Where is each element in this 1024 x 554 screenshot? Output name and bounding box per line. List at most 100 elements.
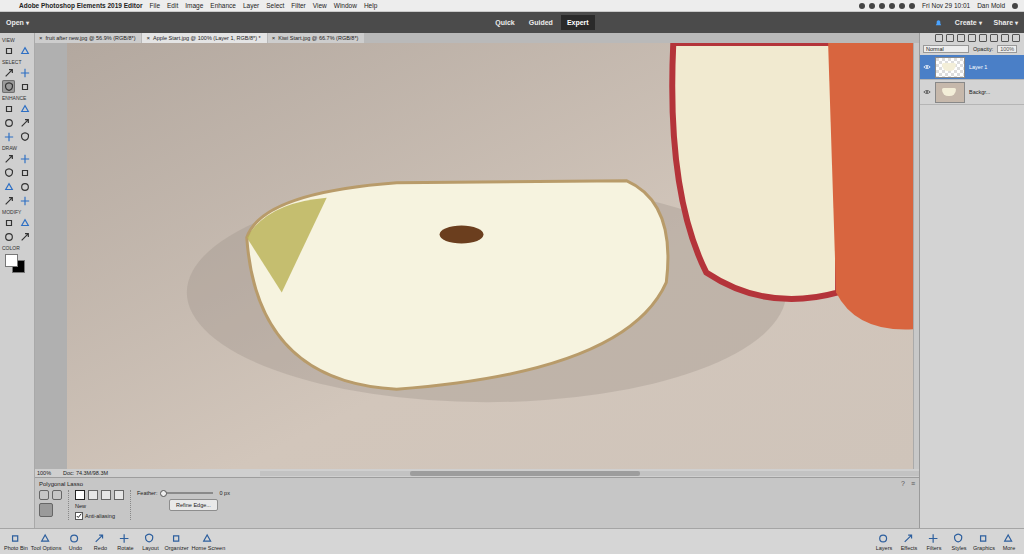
foreground-color[interactable]	[5, 254, 18, 267]
panel-button[interactable]: Layers	[873, 533, 895, 551]
help-button[interactable]: ?	[901, 480, 905, 487]
feather-slider[interactable]	[163, 492, 213, 494]
share-button[interactable]: Share ▾	[994, 19, 1018, 26]
color-swatches[interactable]	[5, 254, 27, 274]
menu-item[interactable]: Filter	[291, 2, 305, 9]
anti-aliasing-checkbox[interactable]: Anti-aliasing	[75, 512, 124, 520]
tool-button[interactable]	[18, 80, 31, 93]
document-tab[interactable]: ×Kiwi Start.jpg @ 66.7% (RGB/8*)	[268, 33, 365, 43]
tool-button[interactable]	[2, 80, 15, 93]
tool-button[interactable]	[2, 152, 15, 165]
slider-knob[interactable]	[160, 490, 167, 497]
tool-button[interactable]	[18, 180, 31, 193]
menu-item[interactable]: Help	[364, 2, 377, 9]
bottom-button[interactable]: Photo Bin	[4, 533, 28, 551]
lasso-variant-icon[interactable]	[39, 490, 49, 500]
status-icon[interactable]	[899, 3, 905, 9]
document-tab[interactable]: ×Apple Start.jpg @ 100% (Layer 1, RGB/8*…	[142, 33, 266, 43]
selection-mode-icon[interactable]	[114, 490, 124, 500]
tool-button[interactable]	[18, 102, 31, 115]
menu-item[interactable]: Edit	[167, 2, 178, 9]
eye-icon[interactable]	[923, 89, 931, 95]
feather-value[interactable]: 0 px	[219, 490, 229, 496]
tool-button[interactable]	[2, 102, 15, 115]
opacity-field[interactable]: 100%	[997, 45, 1017, 53]
close-tab-button[interactable]: ×	[146, 35, 150, 41]
bottom-button[interactable]: Redo	[89, 533, 111, 551]
panel-button[interactable]: Effects	[898, 533, 920, 551]
eye-icon[interactable]	[923, 64, 931, 70]
magnetic-lasso-icon[interactable]	[52, 490, 62, 500]
layer-action-icon[interactable]	[1001, 34, 1009, 42]
app-menu[interactable]: Adobe Photoshop Elements 2019 Editor	[19, 2, 143, 9]
mode-tab[interactable]: Expert	[561, 15, 595, 30]
layer-row[interactable]: Backgr...	[920, 80, 1024, 105]
close-tab-button[interactable]: ×	[272, 35, 276, 41]
mode-tab[interactable]: Quick	[489, 15, 520, 30]
scroll-thumb[interactable]	[410, 471, 640, 476]
search-icon[interactable]	[1012, 3, 1018, 9]
polygonal-lasso-icon[interactable]	[39, 503, 53, 517]
tool-button[interactable]	[18, 44, 31, 57]
tool-button[interactable]	[18, 230, 31, 243]
tool-button[interactable]	[18, 116, 31, 129]
menu-item[interactable]: Enhance	[210, 2, 236, 9]
tool-button[interactable]	[2, 44, 15, 57]
checkbox[interactable]	[75, 512, 83, 520]
bell-icon[interactable]	[934, 18, 943, 27]
menu-item[interactable]: File	[150, 2, 160, 9]
layer-name[interactable]: Backgr...	[969, 89, 990, 95]
tool-button[interactable]	[18, 216, 31, 229]
panel-button[interactable]: More	[998, 533, 1020, 551]
mode-tab[interactable]: Guided	[523, 15, 559, 30]
menu-item[interactable]: Layer	[243, 2, 259, 9]
refine-edge-button[interactable]: Refine Edge...	[169, 499, 218, 511]
tool-button[interactable]	[2, 194, 15, 207]
layer-action-icon[interactable]	[990, 34, 998, 42]
horizontal-scrollbar[interactable]	[260, 471, 919, 476]
status-icon[interactable]	[889, 3, 895, 9]
selection-mode-icon[interactable]	[88, 490, 98, 500]
clock[interactable]: Fri Nov 29 10:01	[922, 2, 970, 9]
create-button[interactable]: Create ▾	[955, 19, 982, 26]
tool-button[interactable]	[2, 166, 15, 179]
menu-item[interactable]: Image	[185, 2, 203, 9]
tool-button[interactable]	[2, 230, 15, 243]
tool-button[interactable]	[18, 166, 31, 179]
layer-action-icon[interactable]	[1012, 34, 1020, 42]
blend-mode-dropdown[interactable]: Normal	[923, 45, 969, 53]
layer-thumbnail[interactable]	[935, 82, 965, 103]
layer-thumbnail[interactable]	[935, 57, 965, 78]
layer-row[interactable]: Layer 1	[920, 55, 1024, 80]
layer-action-icon[interactable]	[979, 34, 987, 42]
menu-item[interactable]: Select	[266, 2, 284, 9]
selection-mode-icon[interactable]	[75, 490, 85, 500]
layer-action-icon[interactable]	[957, 34, 965, 42]
selection-mode-icon[interactable]	[101, 490, 111, 500]
user-name[interactable]: Dan Mold	[977, 2, 1005, 9]
bottom-button[interactable]: Layout	[139, 533, 161, 551]
layer-name[interactable]: Layer 1	[969, 64, 987, 70]
document-tab[interactable]: ×fruit after new.jpg @ 56.9% (RGB/8*)	[35, 33, 141, 43]
tool-button[interactable]	[2, 66, 15, 79]
bottom-button[interactable]: Undo	[64, 533, 86, 551]
bottom-button[interactable]: Tool Options	[31, 533, 62, 551]
bottom-button[interactable]: Organizer	[164, 533, 188, 551]
tool-button[interactable]	[2, 216, 15, 229]
status-icon[interactable]	[879, 3, 885, 9]
layer-action-icon[interactable]	[946, 34, 954, 42]
bottom-button[interactable]: Rotate	[114, 533, 136, 551]
panel-button[interactable]: Graphics	[973, 533, 995, 551]
tool-button[interactable]	[18, 194, 31, 207]
panel-button[interactable]: Filters	[923, 533, 945, 551]
layer-action-icon[interactable]	[935, 34, 943, 42]
panel-menu-button[interactable]: ≡	[911, 480, 915, 487]
doc-size[interactable]: Doc: 74.3M/98.3M	[63, 470, 108, 476]
status-icon[interactable]	[869, 3, 875, 9]
tool-button[interactable]	[18, 152, 31, 165]
layer-action-icon[interactable]	[968, 34, 976, 42]
status-icon[interactable]	[859, 3, 865, 9]
photo[interactable]	[67, 43, 913, 469]
tool-button[interactable]	[18, 66, 31, 79]
close-tab-button[interactable]: ×	[39, 35, 43, 41]
